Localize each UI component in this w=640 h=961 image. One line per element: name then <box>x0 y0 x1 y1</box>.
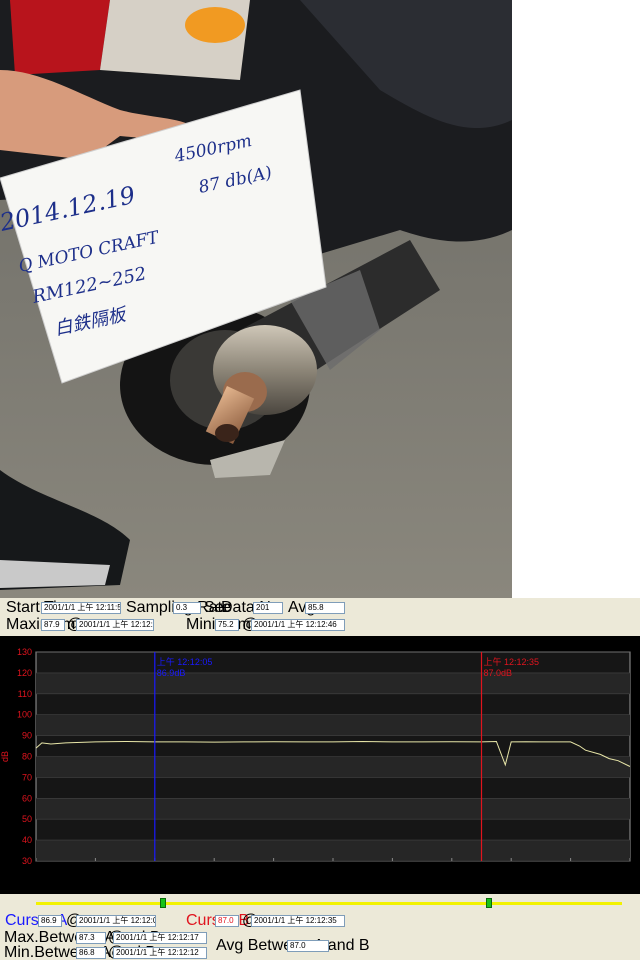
avg-field[interactable]: 85.8 <box>305 602 345 614</box>
y-axis-label: dB <box>0 751 10 762</box>
cursor-a-field[interactable]: 86.9 <box>38 915 62 927</box>
maximum-time-field[interactable]: 2001/1/1 上午 12:12:00 <box>76 619 154 631</box>
start-time-field[interactable]: 2001/1/1 上午 12:11:54 <box>41 602 121 614</box>
min-between-time-field[interactable]: 2001/1/1 上午 12:12:12 <box>113 947 207 959</box>
max-between-time-field[interactable]: 2001/1/1 上午 12:12:17 <box>113 932 207 944</box>
cursor-b-slider-thumb[interactable] <box>486 898 492 908</box>
grid-band <box>36 714 630 736</box>
grid-band <box>36 840 630 861</box>
y-tick-label: 60 <box>22 793 32 803</box>
min-between-field[interactable]: 86.8 <box>76 947 106 959</box>
cursor-a-time-label: 上午 12:12:05 <box>157 656 213 667</box>
chart-svg: 13012011010090807060504030dB上午 12:12:058… <box>0 647 631 866</box>
sampling-rate-field[interactable]: 0.3 <box>173 602 201 614</box>
maximum-field[interactable]: 87.9 <box>41 619 65 631</box>
sound-level-chart[interactable]: 130 120 110 100 90 80 70 60 50 40 30 dB 上午 12:12:05 8… <box>0 636 640 894</box>
cursor-b-value-label: 87.0dB <box>484 668 513 678</box>
cursor-b-time-field[interactable]: 2001/1/1 上午 12:12:35 <box>251 915 345 927</box>
grid-band <box>36 798 630 820</box>
scooter-exhaust-photo: 4500rpm 87 db(A) 2014.12.19 Q MOTO CRAFT… <box>0 0 512 598</box>
y-tick-label: 110 <box>18 689 32 699</box>
minimum-field[interactable]: 75.2 <box>215 619 239 631</box>
minimum-time-field[interactable]: 2001/1/1 上午 12:12:46 <box>251 619 345 631</box>
avg-between-field[interactable]: 87.0 <box>287 940 329 952</box>
grid-band <box>36 756 630 778</box>
y-tick-label: 100 <box>17 710 32 720</box>
y-tick-label: 40 <box>22 835 32 845</box>
cursor-a-slider-thumb[interactable] <box>160 898 166 908</box>
data-no-field[interactable]: 201 <box>253 602 283 614</box>
max-between-field[interactable]: 87.3 <box>76 932 106 944</box>
cursor-slider-track[interactable] <box>36 902 622 905</box>
y-tick-label: 90 <box>22 731 32 741</box>
y-tick-label: 120 <box>17 668 32 678</box>
y-tick-label: 130 <box>17 647 32 657</box>
cursor-b-time-label: 上午 12:12:35 <box>484 656 540 667</box>
grid-band <box>36 672 630 694</box>
y-tick-label: 70 <box>22 772 32 782</box>
y-tick-label: 30 <box>22 856 32 866</box>
y-tick-label: 50 <box>22 814 32 824</box>
cursor-a-time-field[interactable]: 2001/1/1 上午 12:12:05 <box>76 915 156 927</box>
cursor-b-field[interactable]: 87.0 <box>215 915 239 927</box>
cursor-a-value-label: 86.9dB <box>157 668 186 678</box>
y-tick-label: 80 <box>22 752 32 762</box>
